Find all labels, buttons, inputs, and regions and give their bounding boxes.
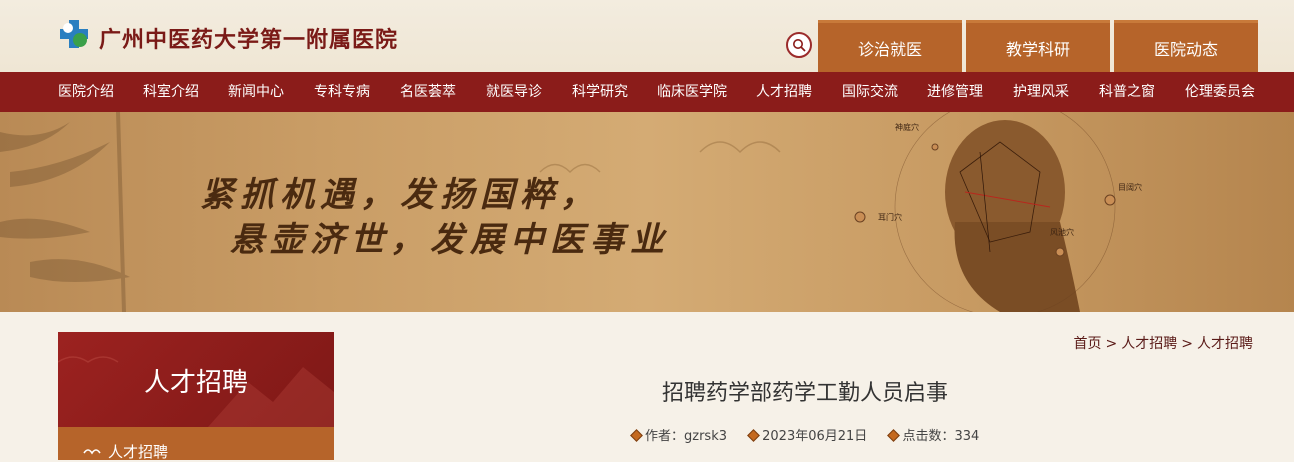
diamond-icon [630, 429, 643, 442]
acupoint-label: 目阔穴 [1118, 183, 1142, 192]
nav-item-ethics-committee[interactable]: 伦理委员会 [1185, 72, 1255, 112]
hero-banner: 紧抓机遇，发扬国粹， 悬壶济世，发展中医事业 神庭穴 目阔穴 耳门穴 风池穴 [0, 112, 1294, 312]
nav-item-international[interactable]: 国际交流 [842, 72, 898, 112]
tab-diagnosis-treatment[interactable]: 诊治就医 [818, 20, 962, 72]
nav-item-science-popularization[interactable]: 科普之窗 [1099, 72, 1155, 112]
breadcrumb-level-1[interactable]: 人才招聘 [1121, 336, 1177, 352]
search-button[interactable] [786, 32, 812, 58]
nav-item-departments[interactable]: 科室介绍 [143, 72, 199, 112]
diamond-icon [747, 429, 761, 442]
hospital-name[interactable]: 广州中医药大学第一附属医院 [99, 22, 398, 54]
acupoint-label: 风池穴 [1050, 228, 1074, 237]
nav-item-clinical-college[interactable]: 临床医学院 [657, 72, 727, 112]
sidebar-header: 人才招聘 [58, 332, 334, 427]
nav-item-famous-doctors[interactable]: 名医荟萃 [400, 72, 456, 112]
nav-item-hospital-intro[interactable]: 医院介绍 [58, 72, 114, 112]
nav-item-specialties[interactable]: 专科专病 [314, 72, 370, 112]
breadcrumb-current[interactable]: 人才招聘 [1197, 336, 1253, 352]
nav-item-nursing[interactable]: 护理风采 [1013, 72, 1069, 112]
sidebar-title: 人才招聘 [143, 368, 248, 398]
diamond-icon [887, 429, 901, 442]
article-date: 2023年06月21日 [762, 429, 868, 444]
article-title: 招聘药学部药学工勤人员启事 [661, 381, 948, 406]
nav-item-medical-guide[interactable]: 就医导诊 [486, 72, 542, 112]
site-header: 广州中医药大学第一附属医院 诊治就医 教学科研 医院动态 [0, 0, 1294, 72]
article-meta: 作者：gzrsk3 2023年06月21日 点击数：334 [630, 425, 997, 444]
sidebar-item-label: 人才招聘 [108, 443, 169, 461]
search-icon [793, 39, 806, 52]
nav-item-recruitment[interactable]: 人才招聘 [756, 72, 812, 112]
tab-hospital-news[interactable]: 医院动态 [1114, 20, 1258, 72]
breadcrumb: 首页 > 人才招聘 > 人才招聘 [1073, 336, 1253, 352]
banner-slogan-line-1: 紧抓机遇，发扬国粹， [200, 175, 600, 215]
tab-teaching-research[interactable]: 教学科研 [966, 20, 1110, 72]
acupoint-label: 神庭穴 [895, 123, 919, 132]
banner-slogan-line-2: 悬壶济世，发展中医事业 [230, 220, 670, 260]
nav-item-training[interactable]: 进修管理 [927, 72, 983, 112]
acupoint-label: 耳门穴 [878, 213, 902, 222]
nav-item-research[interactable]: 科学研究 [572, 72, 628, 112]
sidebar-item-recruitment[interactable]: 人才招聘 [58, 427, 334, 461]
breadcrumb-home[interactable]: 首页 [1074, 336, 1102, 352]
nav-item-news-center[interactable]: 新闻中心 [228, 72, 284, 112]
cloud-icon [83, 449, 101, 455]
article-author: 作者：gzrsk3 [645, 429, 727, 444]
hospital-logo-icon[interactable] [58, 18, 90, 50]
main-nav: 医院介绍 科室介绍 新闻中心 专科专病 名医荟萃 就医导诊 科学研究 临床医学院… [0, 72, 1294, 113]
article-views: 点击数：334 [902, 429, 980, 444]
